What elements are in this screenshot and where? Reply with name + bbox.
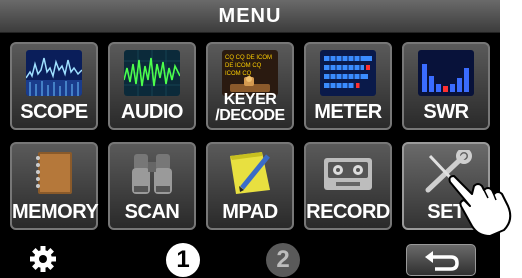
meter-icon	[320, 50, 376, 96]
menu-screen: MENU SCOPE AUDIO CQ CQ DE ICOM DE ICOM C…	[0, 0, 500, 278]
page-2-indicator[interactable]: 2	[266, 243, 300, 277]
svg-text:DE ICOM CQ: DE ICOM CQ	[225, 63, 262, 69]
keyer-decode-icon: CQ CQ DE ICOM DE ICOM CQ ICOM CQ	[222, 50, 278, 96]
pointing-hand-icon	[448, 175, 512, 237]
title-bar: MENU	[0, 0, 500, 33]
svg-text:CQ CQ DE ICOM: CQ CQ DE ICOM	[225, 55, 272, 61]
meter-button[interactable]: METER	[304, 42, 392, 130]
keyer-decode-label: KEYER /DECODE	[208, 92, 292, 124]
page-1-indicator[interactable]: 1	[166, 243, 200, 277]
scope-button[interactable]: SCOPE	[10, 42, 98, 130]
screen-title: MENU	[218, 4, 282, 27]
gear-icon[interactable]	[28, 244, 58, 278]
audio-label: AUDIO	[121, 101, 183, 123]
back-button[interactable]	[406, 244, 476, 276]
record-button[interactable]: RECORD	[304, 142, 392, 230]
record-label: RECORD	[306, 201, 390, 223]
recorder-icon	[320, 150, 376, 196]
swr-button[interactable]: SWR	[402, 42, 490, 130]
keyer-decode-button[interactable]: CQ CQ DE ICOM DE ICOM CQ ICOM CQ KEYER /…	[206, 42, 294, 130]
scope-spectrum-icon	[26, 50, 82, 96]
memory-book-icon	[26, 150, 82, 196]
binoculars-icon	[124, 150, 180, 196]
meter-label: METER	[314, 101, 382, 123]
swr-label: SWR	[423, 101, 469, 123]
mpad-label: MPAD	[222, 201, 278, 223]
keyer-label-line2: /DECODE	[215, 107, 285, 124]
scan-label: SCAN	[124, 201, 180, 223]
audio-scope-icon	[124, 50, 180, 96]
svg-text:ICOM CQ: ICOM CQ	[225, 71, 252, 77]
memory-label: MEMORY	[12, 201, 99, 223]
swr-graph-icon	[418, 50, 474, 96]
memo-pad-icon	[222, 150, 278, 196]
memory-button[interactable]: MEMORY	[10, 142, 99, 230]
keyer-label-line1: KEYER	[223, 91, 277, 108]
mpad-button[interactable]: MPAD	[206, 142, 294, 230]
scope-label: SCOPE	[20, 101, 88, 123]
return-arrow-icon	[425, 251, 459, 271]
scan-button[interactable]: SCAN	[108, 142, 196, 230]
audio-button[interactable]: AUDIO	[108, 42, 196, 130]
